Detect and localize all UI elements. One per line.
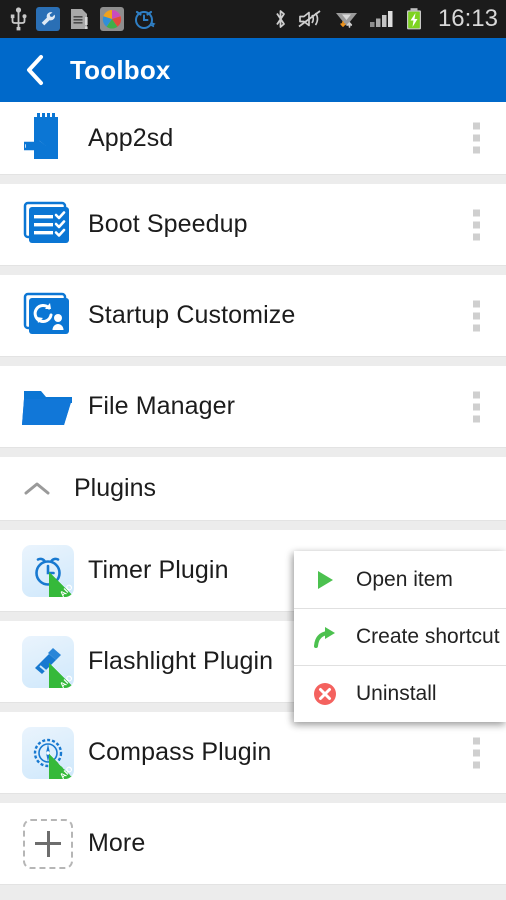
flashlight-icon: AIO: [22, 635, 74, 688]
list-item-more[interactable]: More: [0, 803, 506, 885]
boot-list-check-icon: [22, 199, 74, 251]
uninstall-circle-x-icon: [310, 679, 340, 709]
back-chevron-icon: [27, 55, 43, 85]
overflow-dots-icon[interactable]: [469, 119, 484, 158]
sound-muted-icon: [298, 10, 321, 28]
list-item-label: Boot Speedup: [88, 210, 248, 238]
battery-charging-icon: [406, 8, 421, 30]
section-header-plugins[interactable]: Plugins: [0, 457, 506, 521]
status-bar-right-icons: 16:13: [273, 5, 498, 33]
sdcard-warning-icon: [71, 9, 88, 29]
status-bar-clock: 16:13: [437, 5, 498, 32]
list-item-label: Startup Customize: [88, 301, 296, 329]
more-icon-wrap: [22, 818, 74, 870]
aio-badge: AIO: [49, 662, 74, 688]
wrench-icon: [36, 7, 60, 31]
overflow-dots-icon[interactable]: [469, 733, 484, 772]
toolbox-list[interactable]: App2sd Boot Speedup Startup Customize Fi…: [0, 102, 506, 900]
aio-badge-label: AIO: [58, 581, 74, 597]
bluetooth-icon: [276, 10, 285, 28]
menu-item-label: Open item: [356, 567, 453, 591]
aio-badge-label: AIO: [58, 763, 74, 779]
context-menu[interactable]: Open item Create shortcut Uninstall: [294, 551, 506, 722]
plus-icon: [23, 818, 73, 869]
wifi-data-icon: [335, 13, 357, 28]
list-item-boot-speedup[interactable]: Boot Speedup: [0, 184, 506, 266]
list-item-compass-plugin[interactable]: AIO Compass Plugin: [0, 712, 506, 794]
menu-item-open-item[interactable]: Open item: [294, 551, 506, 608]
menu-item-create-shortcut[interactable]: Create shortcut: [294, 608, 506, 665]
list-item-file-manager[interactable]: File Manager: [0, 366, 506, 448]
aio-badge: AIO: [49, 571, 74, 597]
alarm-icon: [135, 10, 156, 29]
list-item-label: Timer Plugin: [88, 556, 229, 584]
startup-refresh-user-icon: [22, 290, 74, 342]
timer-plugin-icon-wrap: AIO: [22, 544, 74, 597]
sdcard-arrow-icon: [22, 112, 74, 164]
flashlight-plugin-icon-wrap: AIO: [22, 635, 74, 688]
overflow-dots-icon[interactable]: [469, 205, 484, 244]
aio-badge-label: AIO: [58, 672, 74, 688]
usb-icon: [10, 7, 27, 31]
list-item-label: Flashlight Plugin: [88, 647, 274, 675]
list-item-label: File Manager: [88, 392, 236, 420]
menu-item-label: Uninstall: [356, 682, 437, 705]
app-bar: Toolbox: [0, 38, 506, 102]
compass-icon: AIO: [22, 726, 74, 779]
page-title: Toolbox: [70, 54, 171, 85]
menu-item-uninstall[interactable]: Uninstall: [294, 665, 506, 722]
compass-plugin-icon-wrap: AIO: [22, 726, 74, 779]
list-item-label: More: [88, 829, 146, 857]
status-bar-left-icons: [10, 7, 157, 31]
list-item-label: App2sd: [88, 123, 174, 152]
list-item-app2sd[interactable]: App2sd: [0, 102, 506, 175]
signal-bars-icon: [369, 11, 393, 27]
status-bar: 16:13: [0, 0, 506, 38]
phone-screen: 16:13 Toolbox App2sd Boot Speedup Startu…: [0, 0, 506, 900]
play-triangle-icon: [310, 565, 340, 595]
chevron-up-icon: [22, 479, 52, 499]
menu-item-label: Create shortcut: [356, 625, 500, 648]
folder-icon: [22, 381, 74, 433]
overflow-dots-icon[interactable]: [469, 296, 484, 335]
back-button[interactable]: [22, 53, 48, 87]
shortcut-arrow-icon: [310, 622, 340, 652]
list-item-label: Compass Plugin: [88, 738, 272, 766]
alarm-clock-icon: AIO: [22, 544, 74, 597]
list-item-startup-customize[interactable]: Startup Customize: [0, 275, 506, 357]
section-header-label: Plugins: [74, 474, 156, 502]
overflow-dots-icon[interactable]: [469, 387, 484, 426]
aio-badge: AIO: [49, 753, 74, 779]
plus-icon-wrap: [22, 818, 74, 870]
app-circle-icon: [100, 7, 124, 31]
